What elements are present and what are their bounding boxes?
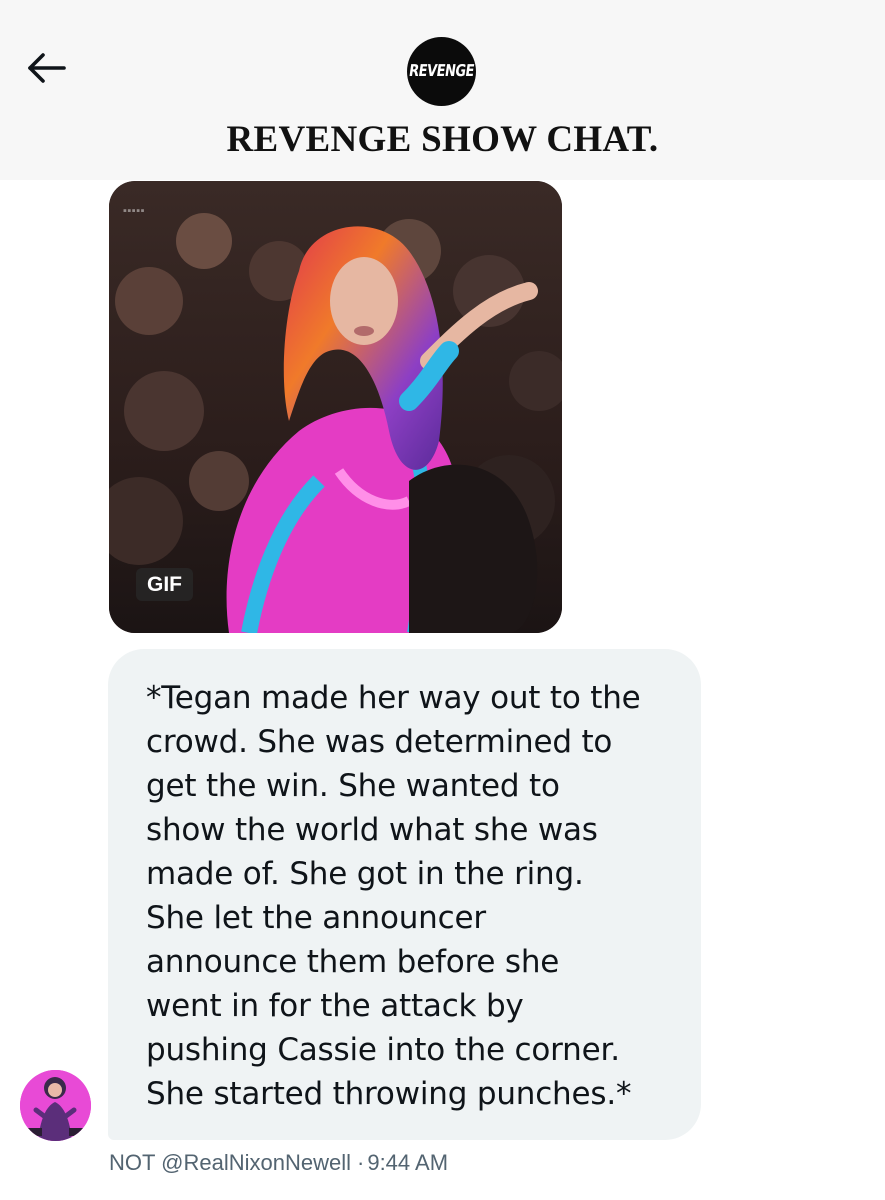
group-avatar-logo[interactable]: REVENGE bbox=[407, 37, 476, 106]
video-watermark: ▪▪▪▪▪ bbox=[123, 205, 145, 217]
page-title[interactable]: REVENGE SHOW CHAT. bbox=[0, 118, 885, 161]
avatar-image bbox=[20, 1070, 91, 1141]
arrow-left-icon bbox=[28, 53, 66, 83]
chat-header: REVENGE REVENGE SHOW CHAT. bbox=[0, 0, 885, 180]
message-metadata: NOT @RealNixonNewell · 9:44 AM bbox=[109, 1150, 448, 1176]
logo-text: REVENGE bbox=[407, 62, 476, 81]
message-bubble[interactable]: *Tegan made her way out to the crowd. Sh… bbox=[108, 649, 701, 1140]
sender-name[interactable]: NOT @RealNixonNewell bbox=[109, 1150, 351, 1175]
sender-avatar[interactable] bbox=[20, 1070, 91, 1141]
message-timestamp: 9:44 AM bbox=[367, 1150, 449, 1175]
meta-separator: · bbox=[357, 1150, 365, 1175]
gif-image bbox=[109, 181, 562, 633]
back-button[interactable] bbox=[22, 44, 70, 92]
gif-message[interactable]: ▪▪▪▪▪ GIF bbox=[109, 181, 562, 633]
message-text: *Tegan made her way out to the crowd. Sh… bbox=[146, 680, 641, 1112]
gif-badge: GIF bbox=[136, 568, 193, 601]
